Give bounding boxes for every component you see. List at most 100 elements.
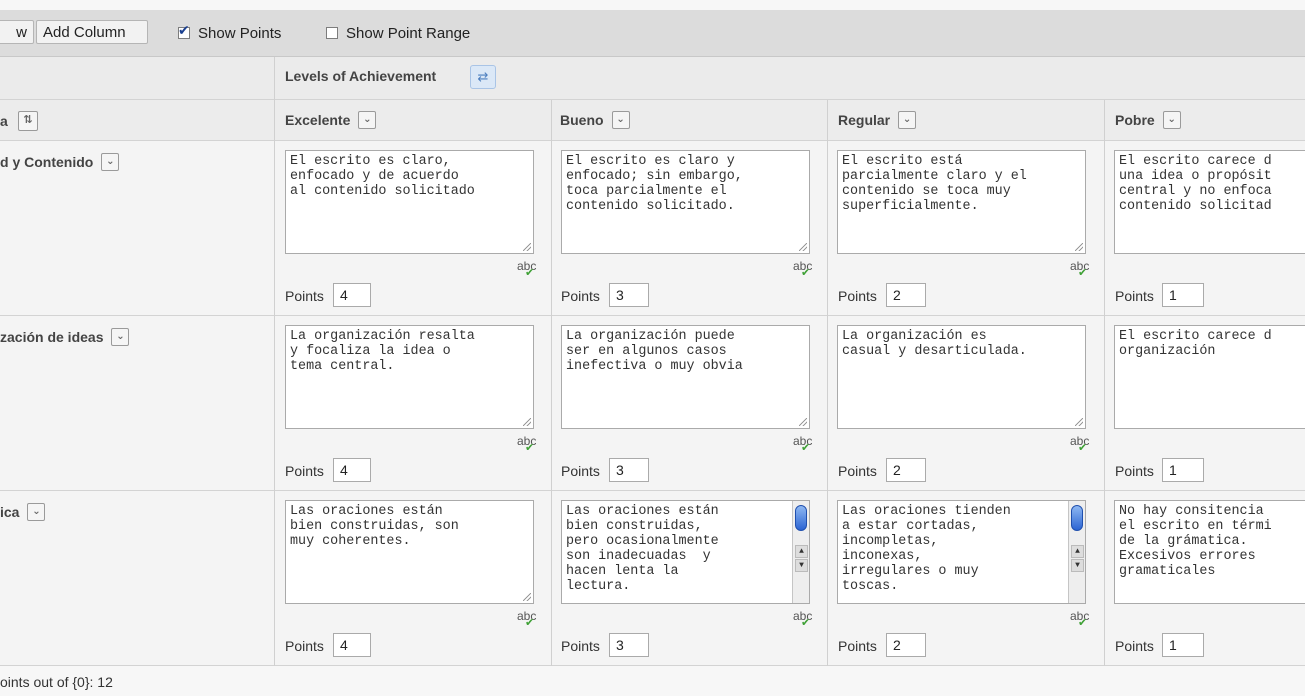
criterion-row: zación de ideas ⌄ La organización resalt… [0, 316, 1305, 491]
scroll-up-icon[interactable]: ▲ [795, 545, 808, 558]
points-input[interactable]: 2 [886, 458, 926, 482]
points-label: Points [838, 463, 877, 479]
footer: oints out of {0}: 12 [0, 666, 1305, 696]
levels-of-achievement-label: Levels of Achievement [285, 68, 437, 84]
chevron-down-icon[interactable]: ⌄ [611, 111, 630, 129]
column-label: Excelente [285, 112, 351, 128]
points-value: 2 [893, 637, 901, 653]
chevron-down-icon[interactable]: ⌄ [111, 328, 130, 346]
points-value: 1 [1169, 637, 1177, 653]
spellcheck-icon[interactable]: abc [1070, 259, 1089, 279]
cell-text: Las oraciones están bien construidas, so… [290, 504, 459, 549]
resize-handle-icon[interactable] [799, 243, 807, 251]
points-value: 3 [616, 287, 624, 303]
criterion-label-row-1: d y Contenido ⌄ [0, 153, 120, 171]
resize-handle-icon[interactable] [523, 418, 531, 426]
cell-text: El escrito es claro y enfocado; sin emba… [566, 154, 743, 214]
spellcheck-icon[interactable]: abc [793, 609, 812, 629]
scrollbar[interactable]: ▲ ▼ [792, 501, 809, 603]
points-value: 3 [616, 637, 624, 653]
scroll-down-icon[interactable]: ▼ [795, 559, 808, 572]
cell-description[interactable]: El escrito carece d organización [1114, 325, 1305, 429]
spellcheck-icon[interactable]: abc [1070, 609, 1089, 629]
show-points-toggle[interactable]: Show Points [178, 22, 281, 44]
points-input[interactable]: 3 [609, 633, 649, 657]
criterion-label-row-2: zación de ideas ⌄ [0, 328, 130, 346]
spellcheck-icon[interactable]: abc [793, 434, 812, 454]
resize-handle-icon[interactable] [799, 418, 807, 426]
swap-icon[interactable]: ⇄ [470, 65, 496, 89]
scroll-thumb[interactable] [795, 505, 807, 531]
chevron-down-icon[interactable]: ⌄ [358, 111, 377, 129]
cell-description[interactable]: La organización puede ser en algunos cas… [561, 325, 810, 429]
points-input[interactable]: 3 [609, 458, 649, 482]
scroll-up-icon[interactable]: ▲ [1071, 545, 1084, 558]
spellcheck-icon[interactable]: abc [793, 259, 812, 279]
column-label: Bueno [560, 112, 604, 128]
cell-description[interactable]: No hay consitencia el escrito en térmi d… [1114, 500, 1305, 604]
chevron-down-icon[interactable]: ⌄ [101, 153, 120, 171]
points-input[interactable]: 1 [1162, 283, 1204, 307]
points-input[interactable]: 1 [1162, 458, 1204, 482]
points-input[interactable]: 4 [333, 283, 371, 307]
points-input[interactable]: 4 [333, 458, 371, 482]
cell-description[interactable]: El escrito es claro y enfocado; sin emba… [561, 150, 810, 254]
points-input[interactable]: 4 [333, 633, 371, 657]
spellcheck-icon[interactable]: abc [517, 434, 536, 454]
cell-description[interactable]: El escrito está parcialmente claro y el … [837, 150, 1086, 254]
add-column-button[interactable]: Add Column [36, 20, 148, 44]
cell-text: La organización resalta y focaliza la id… [290, 329, 475, 374]
cell-description[interactable]: El escrito es claro, enfocado y de acuer… [285, 150, 534, 254]
points-input[interactable]: 2 [886, 633, 926, 657]
points-label: Points [285, 288, 324, 304]
points-value: 2 [893, 462, 901, 478]
criterion-label-row-3: ica ⌄ [0, 503, 46, 521]
show-point-range-checkbox[interactable] [326, 27, 338, 39]
scrollbar[interactable]: ▲ ▼ [1068, 501, 1085, 603]
chevron-down-icon[interactable]: ⌄ [898, 111, 917, 129]
cell-description[interactable]: Las oraciones están bien construidas, pe… [561, 500, 810, 604]
cell-description[interactable]: La organización es casual y desarticulad… [837, 325, 1086, 429]
scroll-thumb[interactable] [1071, 505, 1083, 531]
points-label: Points [1115, 463, 1154, 479]
resize-handle-icon[interactable] [1075, 418, 1083, 426]
points-value: 2 [893, 287, 901, 303]
criterion-row: d y Contenido ⌄ El escrito es claro, enf… [0, 141, 1305, 316]
sort-icon[interactable]: ⇅ [17, 111, 38, 131]
spellcheck-icon[interactable]: abc [517, 259, 536, 279]
chevron-down-icon[interactable]: ⌄ [27, 503, 46, 521]
points-input[interactable]: 1 [1162, 633, 1204, 657]
points-label: Points [838, 288, 877, 304]
resize-handle-icon[interactable] [523, 593, 531, 601]
column-header-row: a ⇅ Excelente ⌄ Bueno ⌄ Regular ⌄ Pobre … [0, 100, 1305, 141]
criterion-row: ica ⌄ Las oraciones están bien construid… [0, 491, 1305, 666]
partial-toolbar-button[interactable]: w [0, 20, 34, 44]
criteria-header: a ⇅ [0, 111, 38, 131]
show-point-range-toggle[interactable]: Show Point Range [326, 22, 470, 44]
cell-description[interactable]: La organización resalta y focaliza la id… [285, 325, 534, 429]
cell-text: La organización puede ser en algunos cas… [566, 329, 743, 374]
spellcheck-icon[interactable]: abc [517, 609, 536, 629]
column-divider [274, 57, 275, 666]
cell-text: El escrito carece d una idea o propósit … [1119, 154, 1272, 214]
points-label: Points [285, 463, 324, 479]
points-input[interactable]: 2 [886, 283, 926, 307]
resize-handle-icon[interactable] [523, 243, 531, 251]
cell-text: La organización es casual y desarticulad… [842, 329, 1027, 359]
show-point-range-label: Show Point Range [346, 24, 471, 42]
column-label: Regular [838, 112, 891, 128]
scroll-down-icon[interactable]: ▼ [1071, 559, 1084, 572]
show-points-checkbox[interactable] [178, 22, 190, 39]
cell-description[interactable]: Las oraciones están bien construidas, so… [285, 500, 534, 604]
cell-text: Las oraciones tienden a estar cortadas, … [842, 504, 1011, 594]
cell-description[interactable]: Las oraciones tienden a estar cortadas, … [837, 500, 1086, 604]
points-input[interactable]: 3 [609, 283, 649, 307]
resize-handle-icon[interactable] [1075, 243, 1083, 251]
column-header-regular: Regular ⌄ [838, 111, 917, 129]
cell-description[interactable]: El escrito carece d una idea o propósit … [1114, 150, 1305, 254]
total-points-text: oints out of {0}: 12 [0, 674, 113, 690]
column-header-excelente: Excelente ⌄ [285, 111, 377, 129]
points-value: 1 [1169, 462, 1177, 478]
chevron-down-icon[interactable]: ⌄ [1162, 111, 1181, 129]
spellcheck-icon[interactable]: abc [1070, 434, 1089, 454]
